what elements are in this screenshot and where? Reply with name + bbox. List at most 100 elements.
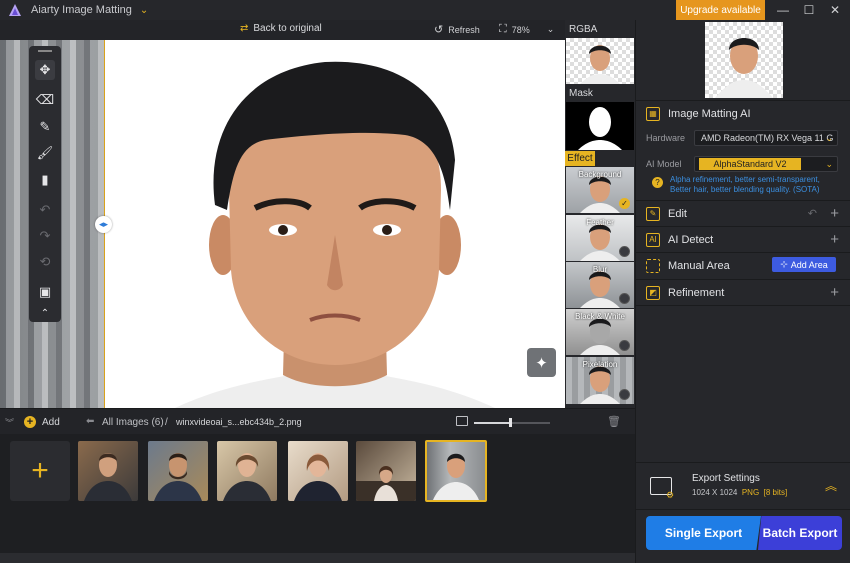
effect-black-white-label: Black & White [575,312,625,321]
hardware-value: AMD Radeon(TM) RX Vega 11 G [701,133,834,143]
effect-blur-radio [619,293,630,304]
image-matting-icon: ▦ [646,106,660,121]
redo-icon[interactable]: ↷ [35,226,55,246]
effect-feather-radio [619,246,630,257]
compare-icon[interactable]: ▣ [35,282,55,302]
thumbnail-size-icon [456,416,468,426]
refinement-title: Refinement [668,286,725,299]
add-area-label: Add Area [790,259,828,270]
add-image-icon[interactable]: + [24,416,36,428]
maximize-button[interactable]: ☐ [796,0,822,20]
help-icon: ? [652,177,663,188]
gallery-thumb-5[interactable] [356,441,416,501]
eraser-tool-icon[interactable]: ⌫ [35,90,55,110]
breadcrumb-separator: / [165,417,168,428]
export-settings[interactable]: ⚙ Export Settings 1024 X 1024 PNG [8 bit… [636,462,850,510]
refinement-icon: ◩ [646,285,660,300]
restore-brush-icon[interactable]: ✎ [35,117,55,137]
zoom-fit-icon: ⛶ [499,23,507,35]
mask-thumbnail[interactable] [566,102,634,150]
ai-model-dropdown[interactable]: AlphaStandard V2 ⌄ [694,156,838,172]
status-bar [0,553,635,563]
add-image-tile[interactable]: + [10,441,70,501]
ai-detect-section[interactable]: AI AI Detect + [636,226,850,252]
ai-detect-expand-icon[interactable]: + [830,231,839,248]
add-area-icon: ⊹ [780,259,788,269]
collapse-up-icon[interactable]: ⌃ [35,303,55,323]
thumbnail-size-fill [474,422,510,424]
all-images-link[interactable]: All Images (6) [102,417,164,428]
image-gallery: + [0,434,635,553]
collapse-gallery-icon[interactable]: ︾ [5,416,14,429]
app-menu-chevron-icon[interactable]: ⌄ [140,5,148,16]
gallery-thumb-4[interactable] [288,441,348,501]
back-to-original-label: Back to original [253,23,322,34]
delete-icon[interactable]: 🗑 [607,415,621,428]
palette-grip[interactable] [38,50,52,52]
portrait-image [175,61,495,408]
rgba-label: RGBA [569,24,598,35]
effect-pixelation[interactable]: Pixelation [566,357,634,404]
single-export-button[interactable]: Single Export [646,516,761,550]
undo-icon[interactable]: ↶ [35,200,55,220]
image-matting-title: Image Matting AI [668,107,751,120]
effect-blur-label: Blur [592,265,608,274]
result-preview [705,22,783,98]
refinement-expand-icon[interactable]: + [830,284,839,301]
image-matting-section: ▦ Image Matting AI [636,100,850,126]
app-logo-icon [8,3,22,17]
add-image-label[interactable]: Add [42,417,60,428]
edit-section[interactable]: ✎ Edit ↶ + [636,200,850,226]
gallery-thumb-2[interactable] [148,441,208,501]
edit-expand-icon[interactable]: + [830,205,839,222]
refresh-icon: ↺ [434,24,444,36]
hardware-label: Hardware [646,133,686,143]
zoom-control[interactable]: ⛶ 78% ⌄ [499,23,554,36]
batch-export-button[interactable]: Batch Export [758,516,842,550]
thumbnail-size-slider[interactable] [474,418,550,427]
export-gear-icon: ⚙ [666,490,675,500]
gallery-thumb-6-selected[interactable] [425,440,487,502]
close-button[interactable]: ✕ [822,0,848,20]
swap-icon: ⇄ [240,23,249,34]
right-panel: ▦ Image Matting AI Hardware AMD Radeon(T… [635,20,850,563]
fill-tool-icon[interactable]: ▮ [35,170,55,190]
effect-background[interactable]: Background ✓ [566,167,634,213]
rgba-thumbnail[interactable] [566,38,634,84]
ai-model-chevron-icon: ⌄ [825,158,833,169]
reset-icon[interactable]: ⟲ [35,252,55,272]
effect-black-white[interactable]: Black & White [566,309,634,355]
effect-pixelation-label: Pixelation [582,360,618,369]
effect-feather[interactable]: Feather [566,215,634,261]
back-to-original-button[interactable]: ⇄ Back to original [240,23,322,34]
refresh-button[interactable]: ↺ Refresh [434,23,480,36]
hardware-dropdown[interactable]: AMD Radeon(TM) RX Vega 11 G ⌄ [694,130,838,146]
back-arrow-icon[interactable]: ⬅ [86,416,94,427]
matted-photo[interactable] [104,40,565,408]
export-settings-title: Export Settings [692,473,760,484]
split-view-handle[interactable]: ◂▸ [95,216,112,233]
effect-background-check-icon: ✓ [619,198,630,209]
zoom-chevron-icon: ⌄ [546,24,555,34]
minimize-button[interactable]: — [770,0,796,20]
model-hint: Alpha refinement, better semi-transparen… [670,175,820,194]
edit-undo-icon[interactable]: ↶ [808,207,817,220]
canvas-toolbar: ⇄ Back to original ↺ Refresh ⛶ 78% ⌄ [0,20,565,40]
export-format: PNG [741,488,760,497]
move-tool-icon[interactable]: ✥ [35,60,55,80]
upgrade-button[interactable]: Upgrade available [676,0,765,20]
title-bar: Aiarty Image Matting ⌄ Upgrade available… [0,0,850,20]
add-area-button[interactable]: ⊹ Add Area [772,257,836,272]
gallery-thumb-1[interactable] [78,441,138,501]
gallery-thumb-3[interactable] [217,441,277,501]
ai-enhance-sparkle-icon[interactable]: ✦ [527,348,556,377]
thumbnail-size-knob[interactable] [509,418,512,427]
refinement-section[interactable]: ◩ Refinement + [636,279,850,305]
export-bits: [8 bits] [763,488,788,497]
effect-blur[interactable]: Blur [566,262,634,308]
brush-tool-icon[interactable]: 🖌 [35,143,55,163]
gallery-toolbar: ︾ + Add ⬅ All Images (6) / winxvideoai_s… [0,408,635,434]
export-expand-chevron-icon[interactable]: ︽ [825,477,837,494]
export-meta: 1024 X 1024 PNG [8 bits] [692,488,787,497]
mask-label: Mask [569,88,593,99]
